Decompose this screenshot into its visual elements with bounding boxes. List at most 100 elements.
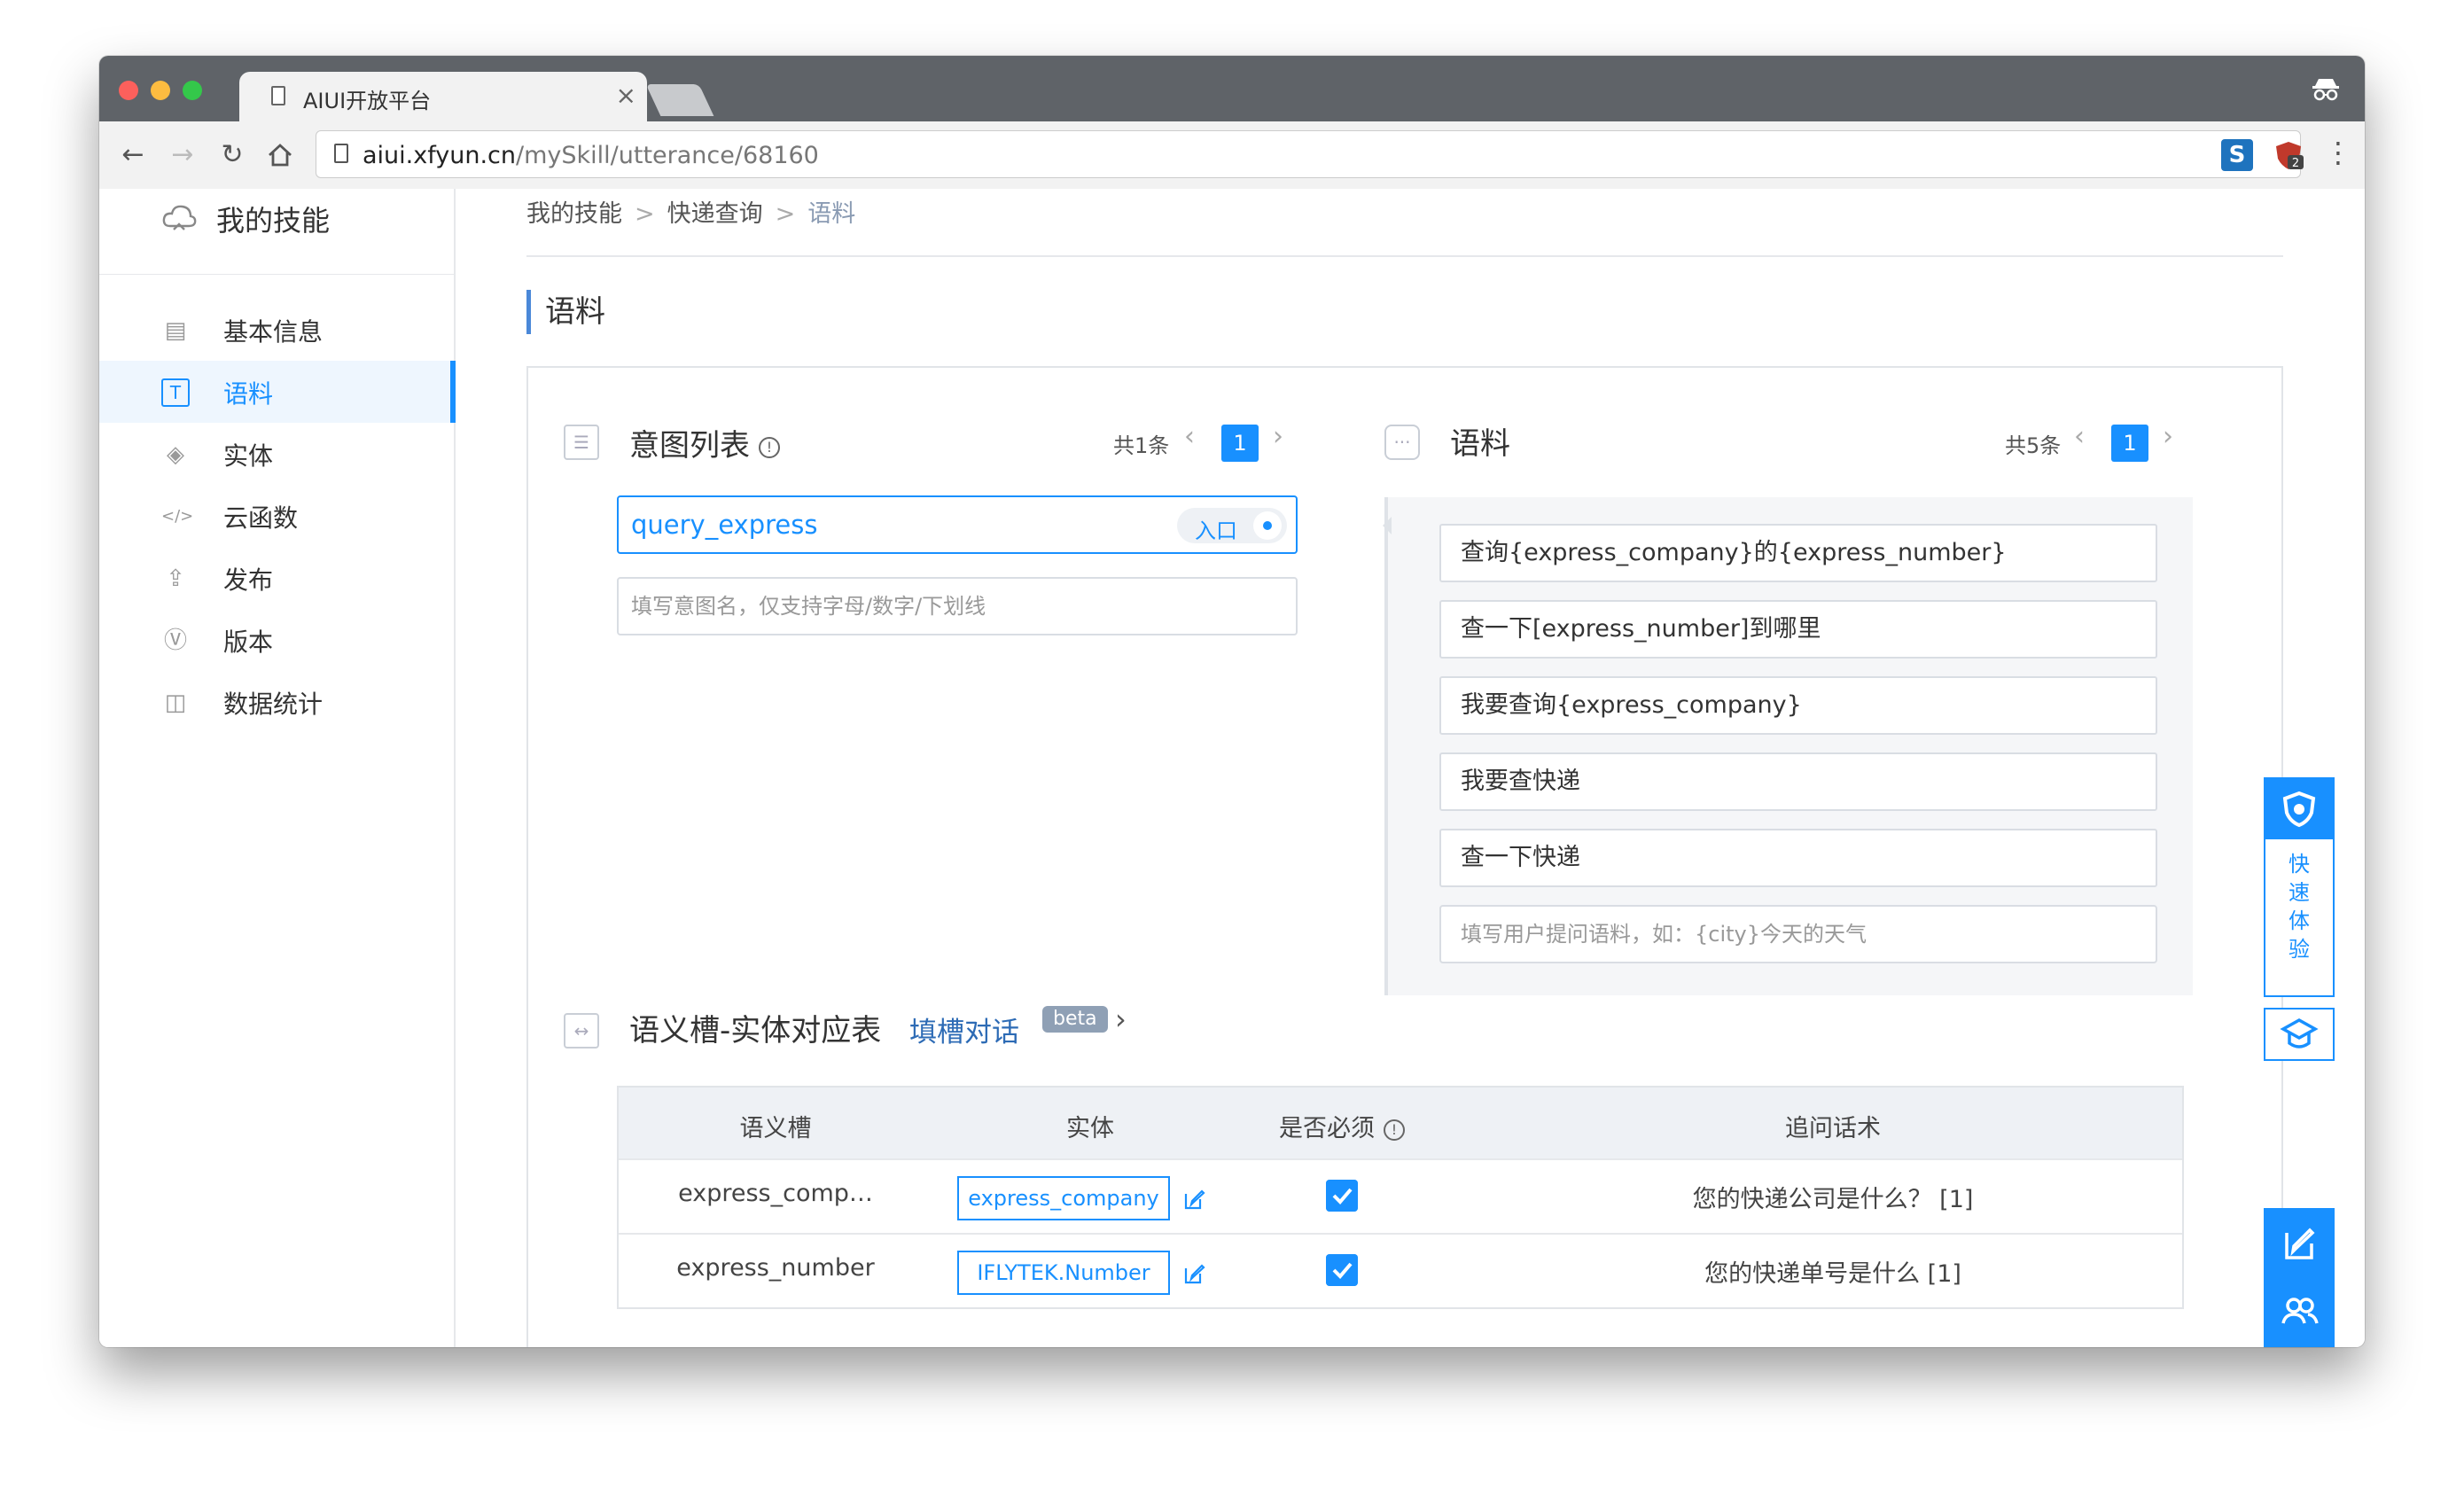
table-row: express_comp… express_company 您的快递公司是什么？… — [619, 1158, 2182, 1233]
utterance-panel: ☰ 意图列表! 共1条 ‹ 1 › query_express 入口 ··· 语… — [526, 366, 2283, 1347]
intent-list-title-text: 意图列表 — [629, 428, 750, 464]
tab-close-icon[interactable]: × — [616, 81, 636, 110]
entry-label: 入口 — [1195, 518, 1237, 543]
quick-try-label: 快速体验 — [2289, 852, 2310, 962]
column-header-required: 是否必须! — [1279, 1109, 1405, 1143]
address-bar[interactable]: aiui.xfyun.cn/mySkill/utterance/68160 — [316, 130, 2301, 178]
edit-feedback-icon — [2285, 1228, 2315, 1259]
slot-name: express_number — [676, 1254, 875, 1282]
slot-dialog-link[interactable]: 填槽对话 — [909, 1010, 1019, 1049]
tutorial-button[interactable] — [2264, 1008, 2335, 1061]
sidebar-item-statistics[interactable]: ◫ 数据统计 — [99, 671, 454, 733]
sidebar-item-version[interactable]: Ⓥ 版本 — [99, 609, 454, 671]
back-icon[interactable]: ← — [115, 137, 151, 173]
sidebar-item-label: 云函数 — [223, 503, 299, 533]
prompt-text[interactable]: 您的快递单号是什么 [1] — [1704, 1254, 1961, 1289]
home-icon[interactable] — [266, 141, 294, 169]
utterance-list: 查询{express_company}的{express_number} 查一下… — [1383, 497, 2193, 995]
column-header-entity: 实体 — [1066, 1115, 1114, 1142]
reload-icon[interactable]: ↻ — [214, 137, 250, 173]
utterance-item[interactable]: 我要查快递 — [1439, 752, 2157, 811]
breadcrumb-divider — [526, 255, 2283, 257]
browser-titlebar: AIUI开放平台 × — [99, 56, 2365, 121]
upload-icon: ⇪ — [166, 565, 185, 592]
community-button[interactable] — [2264, 1279, 2335, 1347]
sidebar-divider — [99, 274, 454, 275]
sidebar-header-label: 我的技能 — [216, 204, 331, 238]
sidebar-item-label: 实体 — [223, 441, 274, 471]
close-window-button[interactable] — [119, 81, 138, 100]
browser-menu-icon[interactable]: ⋮ — [2324, 136, 2352, 169]
extension-s-icon[interactable]: S — [2221, 139, 2253, 171]
sidebar-item-label: 基本信息 — [223, 317, 324, 347]
entity-select[interactable]: express_company — [957, 1176, 1170, 1220]
new-intent-input[interactable] — [617, 577, 1298, 635]
edit-icon[interactable] — [1182, 1187, 1207, 1212]
edit-icon[interactable] — [1182, 1261, 1207, 1286]
shield-logo-icon — [2282, 791, 2316, 828]
breadcrumb: 我的技能 > 快递查询 > 语料 — [526, 194, 855, 229]
forward-icon[interactable]: → — [165, 137, 200, 173]
utterance-item[interactable]: 我要查询{express_company} — [1439, 676, 2157, 735]
breadcrumb-my-skills[interactable]: 我的技能 — [526, 200, 622, 228]
feedback-button[interactable] — [2264, 1208, 2335, 1279]
page-content: 我的技能 ▤ 基本信息 T 语料 ◈ 实体 </> 云函数 ⇪ 发布 Ⓥ 版本 … — [99, 189, 2365, 1347]
graduation-cap-icon — [2280, 1017, 2319, 1049]
svg-text:2: 2 — [2292, 157, 2299, 170]
chevron-right-icon[interactable]: › — [1115, 1002, 1127, 1036]
sidebar-item-publish[interactable]: ⇪ 发布 — [99, 547, 454, 609]
column-header-prompt: 追问话术 — [1785, 1115, 1881, 1142]
page-icon — [271, 86, 285, 105]
sidebar-item-basic-info[interactable]: ▤ 基本信息 — [99, 299, 454, 361]
sidebar-item-utterance[interactable]: T 语料 — [99, 361, 456, 423]
utterance-prev-page-icon[interactable]: ‹ — [2074, 421, 2085, 452]
page-title: 语料 — [526, 290, 605, 334]
code-icon: </> — [161, 507, 194, 526]
required-checkbox[interactable] — [1326, 1180, 1358, 1212]
utterance-item[interactable]: 查询{express_company}的{express_number} — [1439, 524, 2157, 582]
slot-entity-table: 语义槽 实体 是否必须! 追问话术 express_comp… express_… — [617, 1086, 2184, 1309]
entity-select[interactable]: IFLYTEK.Number — [957, 1251, 1170, 1295]
utterance-next-page-icon[interactable]: › — [2163, 421, 2173, 452]
sidebar-item-label: 发布 — [223, 565, 274, 595]
utterance-item[interactable]: 查一下[express_number]到哪里 — [1439, 600, 2157, 659]
breadcrumb-express-query[interactable]: 快递查询 — [667, 200, 763, 228]
info-icon[interactable]: ! — [759, 436, 780, 458]
column-header-slot: 语义槽 — [739, 1115, 812, 1142]
chat-icon: ··· — [1384, 425, 1420, 460]
quick-try-widget[interactable]: 快速体验 — [2264, 777, 2335, 997]
cube-icon: ◈ — [167, 441, 184, 468]
cloud-skill-icon — [162, 205, 197, 230]
utterance-count: 共5条 — [2005, 433, 2062, 458]
prompt-text[interactable]: 您的快递公司是什么？ [1] — [1693, 1180, 1974, 1214]
utterance-page-number[interactable]: 1 — [2111, 425, 2148, 462]
zoom-window-button[interactable] — [183, 81, 202, 100]
intent-list-title: 意图列表! — [629, 421, 780, 464]
intent-prev-page-icon[interactable]: ‹ — [1184, 421, 1195, 452]
entry-toggle[interactable]: 入口 — [1177, 508, 1287, 543]
page-info-icon[interactable] — [334, 144, 348, 163]
sidebar-header[interactable]: 我的技能 — [161, 192, 330, 246]
intent-item-selected[interactable]: query_express 入口 — [617, 495, 1298, 554]
incognito-icon[interactable] — [2310, 72, 2342, 104]
utterance-item[interactable]: 查一下快递 — [1439, 829, 2157, 887]
url-text[interactable]: aiui.xfyun.cn/mySkill/utterance/68160 — [363, 142, 819, 169]
new-tab-button[interactable] — [645, 84, 714, 116]
new-utterance-input[interactable] — [1439, 905, 2157, 963]
sidebar-item-label: 数据统计 — [223, 690, 324, 719]
sidebar-item-entity[interactable]: ◈ 实体 — [99, 423, 454, 485]
slot-table-title: 语义槽-实体对应表 — [629, 1013, 882, 1049]
sidebar-item-label: 语料 — [223, 379, 274, 409]
intent-page-number[interactable]: 1 — [1221, 425, 1259, 462]
required-checkbox[interactable] — [1326, 1254, 1358, 1286]
entry-toggle-knob — [1253, 511, 1282, 540]
info-icon[interactable]: ! — [1384, 1119, 1405, 1141]
browser-tab[interactable]: AIUI开放平台 × — [239, 72, 647, 121]
users-icon — [2281, 1298, 2319, 1324]
chart-icon: ◫ — [164, 690, 187, 716]
browser-window: AIUI开放平台 × ← → ↻ aiui.xfyun.cn/mySkill/u… — [99, 56, 2365, 1347]
intent-next-page-icon[interactable]: › — [1273, 421, 1283, 452]
sidebar-item-cloud-function[interactable]: </> 云函数 — [99, 485, 454, 547]
extension-shield-icon[interactable]: 2 — [2273, 139, 2304, 171]
minimize-window-button[interactable] — [151, 81, 170, 100]
